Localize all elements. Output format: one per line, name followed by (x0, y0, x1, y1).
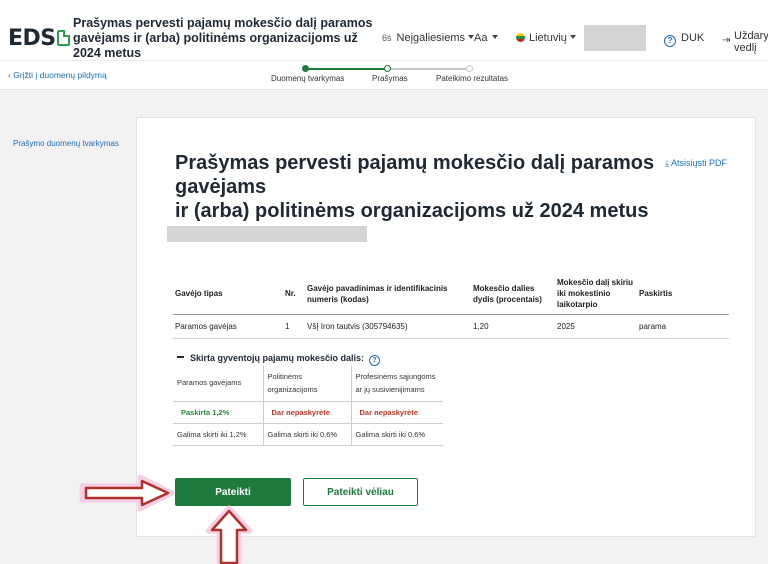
font-size-label: Aa (474, 32, 488, 44)
close-wizard-label: Uždaryti vedlį (734, 30, 768, 54)
table-cell: VšĮ Iron tautvis (305794635) (305, 314, 471, 339)
table-cell: Paramos gavėjas (173, 314, 283, 339)
document-card: Prašymas pervesti pajamų mokesčio dalį p… (136, 117, 756, 537)
document-title-line1: Prašymas pervesti pajamų mokesčio dalį p… (175, 152, 655, 198)
table-cell: Paramos gavėjams (173, 365, 263, 402)
redacted-personal-info (167, 226, 367, 242)
faq-link[interactable]: ? DUK (664, 32, 704, 47)
language-label: Lietuvių (529, 32, 567, 44)
step-dot-current (384, 65, 391, 72)
table-row: Galima skirti iki 1,2% Galima skirti iki… (173, 423, 443, 446)
accessibility-menu[interactable]: 6ś Neįgaliesiems (382, 32, 474, 44)
submit-button[interactable]: Pateikti (175, 478, 291, 506)
eds-logo[interactable]: EDS (8, 26, 70, 51)
tax-share-heading-label: Skirta gyventojų pajamų mokesčio dalis: (190, 353, 365, 363)
column-header: Gavėjo tipas (173, 274, 283, 315)
document-logo-icon (56, 30, 70, 46)
table-cell: Profesinėms sąjungoms ar jų susivienijim… (350, 365, 443, 402)
column-header: Gavėjo pavadinimas ir identifikacinis nu… (305, 274, 471, 315)
back-to-data-link[interactable]: ‹ Grįžti į duomenų pildymą (8, 70, 107, 80)
sub-navigation: ‹ Grįžti į duomenų pildymą Duomenų tvark… (0, 60, 768, 90)
table-cell: 1,20 (471, 314, 555, 339)
right-arrow-annotation-icon (79, 474, 175, 512)
column-header: Mokesčio dalį skiriu iki mokestinio laik… (555, 274, 637, 315)
redacted-user-name (584, 25, 646, 51)
table-cell: Galima skirti iki 1,2% (173, 423, 263, 446)
logo-text: EDS (8, 26, 56, 51)
step-label-data: Duomenų tvarkymas (271, 74, 345, 83)
help-icon: ? (664, 35, 676, 47)
table-cell: 2025 (555, 314, 637, 339)
collapse-icon (177, 356, 184, 358)
status-badge: Paskirta 1,2% (173, 401, 263, 424)
step-label-request: Prašymas (372, 74, 408, 83)
column-header: Paskirtis (637, 274, 729, 315)
table-cell: Politinėms organizacijoms (262, 365, 351, 402)
chevron-down-icon (569, 35, 576, 39)
column-header: Mokesčio dalies dydis (procentais) (471, 274, 555, 315)
status-badge: Dar nepaskyrėte (262, 401, 351, 424)
faq-label: DUK (681, 32, 705, 44)
font-size-menu[interactable]: Aa (474, 32, 499, 44)
submit-later-button[interactable]: Pateikti vėliau (303, 478, 418, 506)
table-cell: Galima skirti iki 0,6% (262, 423, 351, 446)
progress-line-todo (387, 68, 469, 70)
lithuania-flag-icon (516, 33, 525, 42)
table-header-row: Gavėjo tipas Nr. Gavėjo pavadinimas ir i… (173, 274, 729, 315)
column-header: Nr. (283, 274, 305, 315)
up-arrow-annotation-icon (205, 505, 253, 564)
recipients-table: Gavėjo tipas Nr. Gavėjo pavadinimas ir i… (173, 274, 729, 339)
step-label-result: Pateikimo rezultatas (436, 74, 509, 83)
table-row: Paskirta 1,2% Dar nepaskyrėte Dar nepask… (173, 401, 443, 424)
step-dot-done (302, 65, 309, 72)
back-link-label: Grįžti į duomenų pildymą (13, 70, 107, 80)
language-menu[interactable]: Lietuvių (516, 32, 576, 44)
exit-icon: ⇥ (722, 35, 731, 46)
chevron-down-icon (492, 35, 499, 39)
download-pdf-link[interactable]: ⤓ Atsisiųsti PDF (665, 158, 727, 169)
document-title-line2: ir (arba) politinėms organizacijoms už 2… (175, 200, 649, 222)
download-label: Atsisiųsti PDF (670, 158, 727, 168)
table-row: Paramos gavėjams Politinėms organizacijo… (173, 365, 443, 402)
sidebar-item-data-management[interactable]: Prašymo duomenų tvarkymas (13, 139, 119, 148)
tax-share-table: Paramos gavėjams Politinėms organizacijo… (173, 365, 443, 446)
status-badge: Dar nepaskyrėte (350, 401, 443, 424)
accessibility-icon: 6ś (382, 33, 392, 43)
table-row: Paramos gavėjas 1 VšĮ Iron tautvis (3057… (173, 314, 729, 339)
progress-line-done (305, 68, 387, 70)
top-header: EDS Prašymas pervesti pajamų mokesčio da… (0, 0, 768, 60)
step-dot-todo (466, 65, 473, 72)
accessibility-label: Neįgaliesiems (396, 32, 465, 44)
document-title: Prašymas pervesti pajamų mokesčio dalį p… (175, 151, 675, 223)
table-cell: 1 (283, 314, 305, 339)
table-cell: parama (637, 314, 729, 339)
app-title: Prašymas pervesti pajamų mokesčio dalį p… (73, 16, 373, 60)
table-cell: Galima skirti iki 0,6% (350, 423, 443, 446)
